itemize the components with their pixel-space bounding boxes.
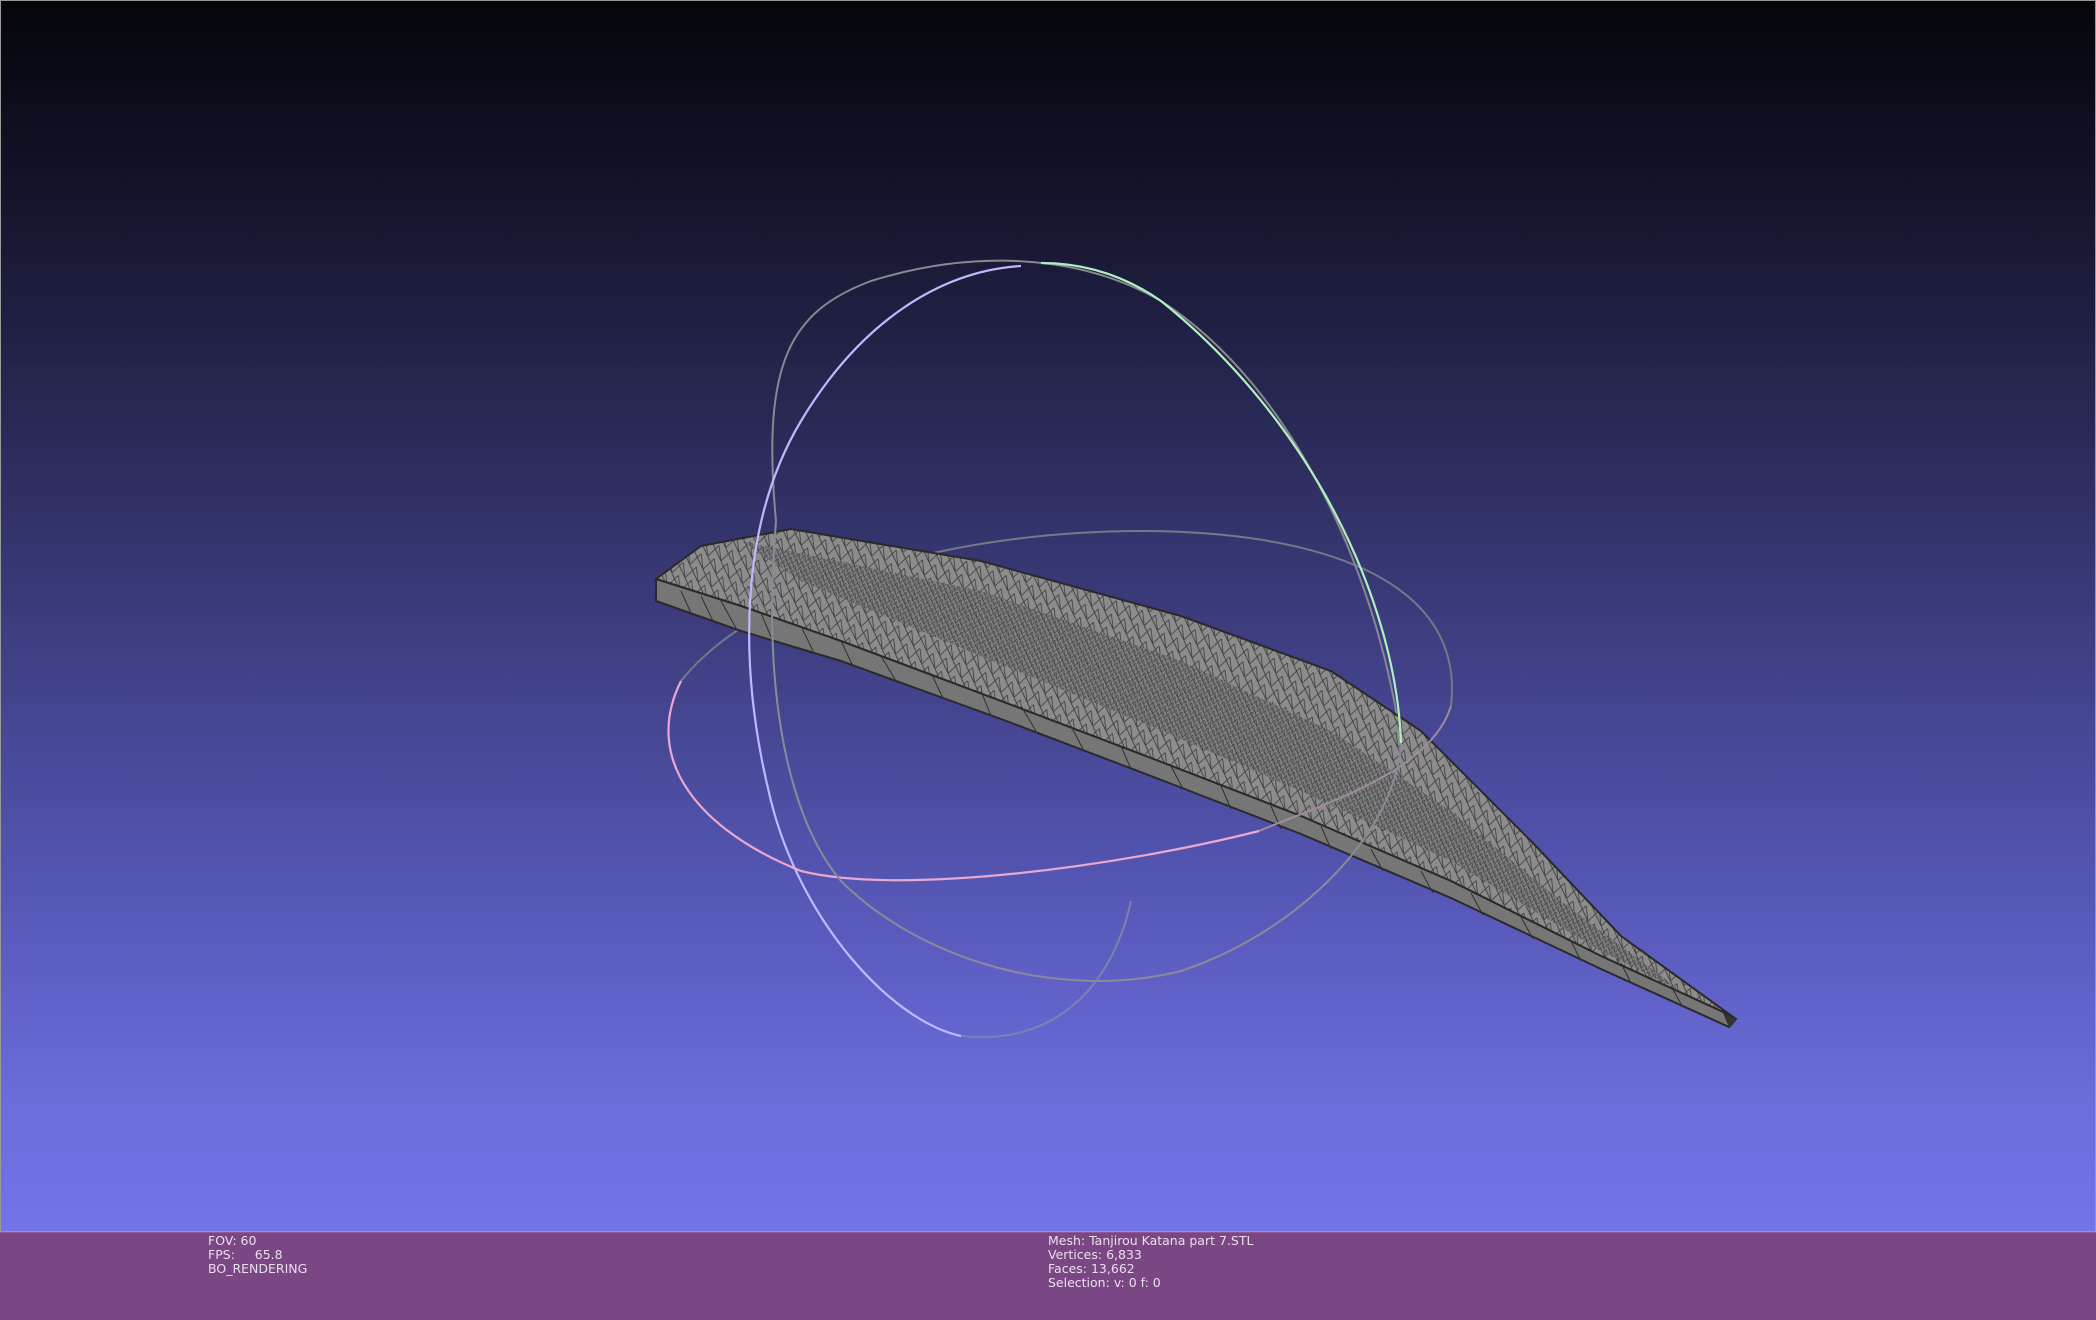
mesh-row: Mesh: Tanjirou Katana part 7.STL: [1048, 1234, 1253, 1248]
fps-value: 65.8: [254, 1247, 283, 1262]
mesh-info: Mesh: Tanjirou Katana part 7.STL Vertice…: [1048, 1234, 1253, 1290]
fov-value: 60: [240, 1233, 257, 1248]
selection-row: Selection: v: 0 f: 0: [1048, 1276, 1253, 1290]
fov-label: FOV:: [208, 1233, 237, 1248]
status-infobar: FOV: 60 FPS: 65.8 BO_RENDERING Mesh: Tan…: [0, 1232, 2096, 1320]
fov-row: FOV: 60: [208, 1234, 307, 1248]
faces-row: Faces: 13,662: [1048, 1262, 1253, 1276]
vertices-row: Vertices: 6,833: [1048, 1248, 1253, 1262]
mesh-name: Tanjirou Katana part 7.STL: [1089, 1233, 1254, 1248]
scene-canvas[interactable]: [1, 1, 2096, 1233]
fps-label: FPS:: [208, 1247, 235, 1262]
3d-viewport[interactable]: [0, 0, 2096, 1232]
render-mode: BO_RENDERING: [208, 1261, 308, 1276]
faces-value: 13,662: [1090, 1261, 1135, 1276]
katana-mesh: [653, 527, 1738, 1029]
render-info: FOV: 60 FPS: 65.8 BO_RENDERING: [208, 1234, 307, 1276]
vertices-label: Vertices:: [1048, 1247, 1103, 1262]
mesh-label: Mesh:: [1048, 1233, 1086, 1248]
faces-label: Faces:: [1048, 1261, 1087, 1276]
vertices-value: 6,833: [1106, 1247, 1142, 1262]
fps-row: FPS: 65.8: [208, 1248, 307, 1262]
selection-label: Selection:: [1048, 1275, 1110, 1290]
selection-value: v: 0 f: 0: [1113, 1275, 1161, 1290]
